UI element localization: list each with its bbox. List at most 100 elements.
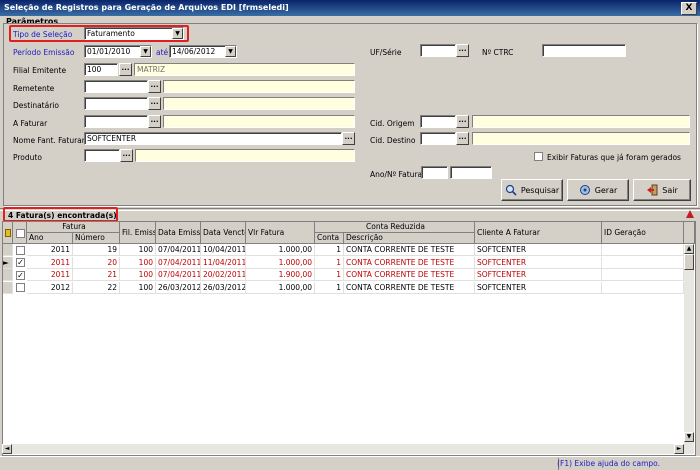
cell-numero[interactable]: 21 <box>73 269 120 281</box>
vertical-scrollbar[interactable] <box>684 244 694 454</box>
conta-header[interactable]: Conta <box>315 233 344 244</box>
cell-cliente[interactable]: SOFTCENTER <box>475 244 602 256</box>
cell-vlr[interactable]: 1.000,00 <box>246 244 315 256</box>
cell-desc[interactable]: CONTA CORRENTE DE TESTE <box>344 269 475 281</box>
row-checkbox[interactable]: ✓ <box>16 270 25 280</box>
filemis-header[interactable]: Fil. Emiss. <box>120 222 156 244</box>
select-all-checkbox[interactable] <box>16 229 25 238</box>
nctrc-input[interactable] <box>542 44 626 57</box>
scroll-down-icon[interactable]: ▼ <box>684 432 694 442</box>
ciddestino-input[interactable] <box>420 132 456 145</box>
row-checkbox[interactable]: ✓ <box>16 258 25 267</box>
pesquisar-button[interactable]: Pesquisar <box>501 179 563 201</box>
nomefant-lookup-button[interactable]: ... <box>342 132 355 145</box>
cell-ano[interactable]: 2011 <box>27 269 73 281</box>
cell-vencto[interactable]: 11/04/2011 <box>201 256 246 269</box>
dataemis-header[interactable]: Data Emiss. <box>156 222 201 244</box>
cell-fil[interactable]: 100 <box>120 256 156 269</box>
remetente-lookup-button[interactable]: ... <box>148 80 161 93</box>
horizontal-scrollbar[interactable] <box>2 444 694 454</box>
uf-input[interactable] <box>420 44 456 57</box>
scroll-up-icon[interactable]: ▲ <box>684 244 694 254</box>
row-indicator[interactable] <box>3 281 13 294</box>
cell-fil[interactable]: 100 <box>120 281 156 294</box>
produto-label: Produto <box>13 153 42 162</box>
cell-conta[interactable]: 1 <box>315 244 344 256</box>
chevron-down-icon[interactable]: ▼ <box>225 46 236 57</box>
produto-input[interactable] <box>84 149 120 162</box>
nomefant-input[interactable]: SOFTCENTER <box>84 132 342 145</box>
cell-ano[interactable]: 2011 <box>27 244 73 256</box>
scroll-left-icon[interactable]: ◄ <box>2 444 12 454</box>
cell-conta[interactable]: 1 <box>315 269 344 281</box>
cell-conta[interactable]: 1 <box>315 256 344 269</box>
produto-lookup-button[interactable]: ... <box>120 149 133 162</box>
row-indicator[interactable] <box>3 269 13 281</box>
cell-numero[interactable]: 19 <box>73 244 120 256</box>
cliente-header[interactable]: Cliente A Faturar <box>475 222 602 244</box>
cell-desc[interactable]: CONTA CORRENTE DE TESTE <box>344 281 475 294</box>
cell-ano[interactable]: 2011 <box>27 256 73 269</box>
ciddestino-lookup-button[interactable]: ... <box>456 132 469 145</box>
scroll-right-icon[interactable]: ► <box>674 444 684 454</box>
sort-up-icon[interactable] <box>686 210 694 218</box>
cell-vencto[interactable]: 10/04/2011 <box>201 244 246 256</box>
cell-fil[interactable]: 100 <box>120 244 156 256</box>
descricao-header[interactable]: Descrição <box>344 233 475 244</box>
chevron-down-icon[interactable]: ▼ <box>140 46 151 57</box>
chevron-down-icon[interactable]: ▼ <box>172 28 183 39</box>
cell-ano[interactable]: 2012 <box>27 281 73 294</box>
gerar-button[interactable]: Gerar <box>567 179 629 201</box>
cell-vlr[interactable]: 1.000,00 <box>246 256 315 269</box>
vertical-scroll-thumb[interactable] <box>684 254 694 270</box>
sair-button[interactable]: Sair <box>633 179 691 201</box>
datavencto-header[interactable]: Data Vencto <box>201 222 246 244</box>
cell-cliente[interactable]: SOFTCENTER <box>475 281 602 294</box>
cell-cliente[interactable]: SOFTCENTER <box>475 256 602 269</box>
cell-emis[interactable]: 07/04/2011 <box>156 269 201 281</box>
ano-header[interactable]: Ano <box>27 233 73 244</box>
row-indicator[interactable] <box>3 244 13 256</box>
destinatario-lookup-button[interactable]: ... <box>148 97 161 110</box>
cell-emis[interactable]: 07/04/2011 <box>156 244 201 256</box>
vlrfatura-header[interactable]: Vlr Fatura <box>246 222 315 244</box>
idgeracao-header[interactable]: ID Geração <box>602 222 684 244</box>
row-indicator[interactable]: ► <box>3 256 13 269</box>
cell-id[interactable] <box>602 256 684 269</box>
cell-id[interactable] <box>602 269 684 281</box>
numero-header[interactable]: Número <box>73 233 120 244</box>
cell-id[interactable] <box>602 244 684 256</box>
filter-icon <box>5 229 11 237</box>
cidorigem-lookup-button[interactable]: ... <box>456 115 469 128</box>
cell-emis[interactable]: 07/04/2011 <box>156 256 201 269</box>
num-fatura-input[interactable] <box>450 166 492 179</box>
exibir-checkbox[interactable] <box>534 152 543 161</box>
close-button[interactable]: X <box>681 2 697 15</box>
cell-desc[interactable]: CONTA CORRENTE DE TESTE <box>344 244 475 256</box>
filial-lookup-button[interactable]: ... <box>119 63 132 76</box>
cell-vlr[interactable]: 1.000,00 <box>246 281 315 294</box>
row-checkbox[interactable] <box>16 245 25 255</box>
cell-conta[interactable]: 1 <box>315 281 344 294</box>
destinatario-input[interactable] <box>84 97 148 110</box>
cell-cliente[interactable]: SOFTCENTER <box>475 269 602 281</box>
row-checkbox[interactable] <box>16 283 25 292</box>
afaturar-input[interactable] <box>84 115 148 128</box>
cell-desc[interactable]: CONTA CORRENTE DE TESTE <box>344 256 475 269</box>
cell-id[interactable] <box>602 281 684 294</box>
cell-emis[interactable]: 26/03/2012 <box>156 281 201 294</box>
cell-fil[interactable]: 100 <box>120 269 156 281</box>
ano-fatura-input[interactable] <box>421 166 448 179</box>
afaturar-lookup-button[interactable]: ... <box>148 115 161 128</box>
remetente-input[interactable] <box>84 80 148 93</box>
cell-vlr[interactable]: 1.900,00 <box>246 269 315 281</box>
cell-numero[interactable]: 20 <box>73 256 120 269</box>
remetente-label: Remetente <box>13 84 55 93</box>
cidorigem-input[interactable] <box>420 115 456 128</box>
cell-vencto[interactable]: 26/03/2012 <box>201 281 246 294</box>
uf-lookup-button[interactable]: ... <box>456 44 469 57</box>
cell-vencto[interactable]: 20/02/2011 <box>201 269 246 281</box>
tipo-select[interactable]: Faturamento <box>84 27 184 40</box>
filial-code-input[interactable]: 100 <box>84 63 118 76</box>
cell-numero[interactable]: 22 <box>73 281 120 294</box>
